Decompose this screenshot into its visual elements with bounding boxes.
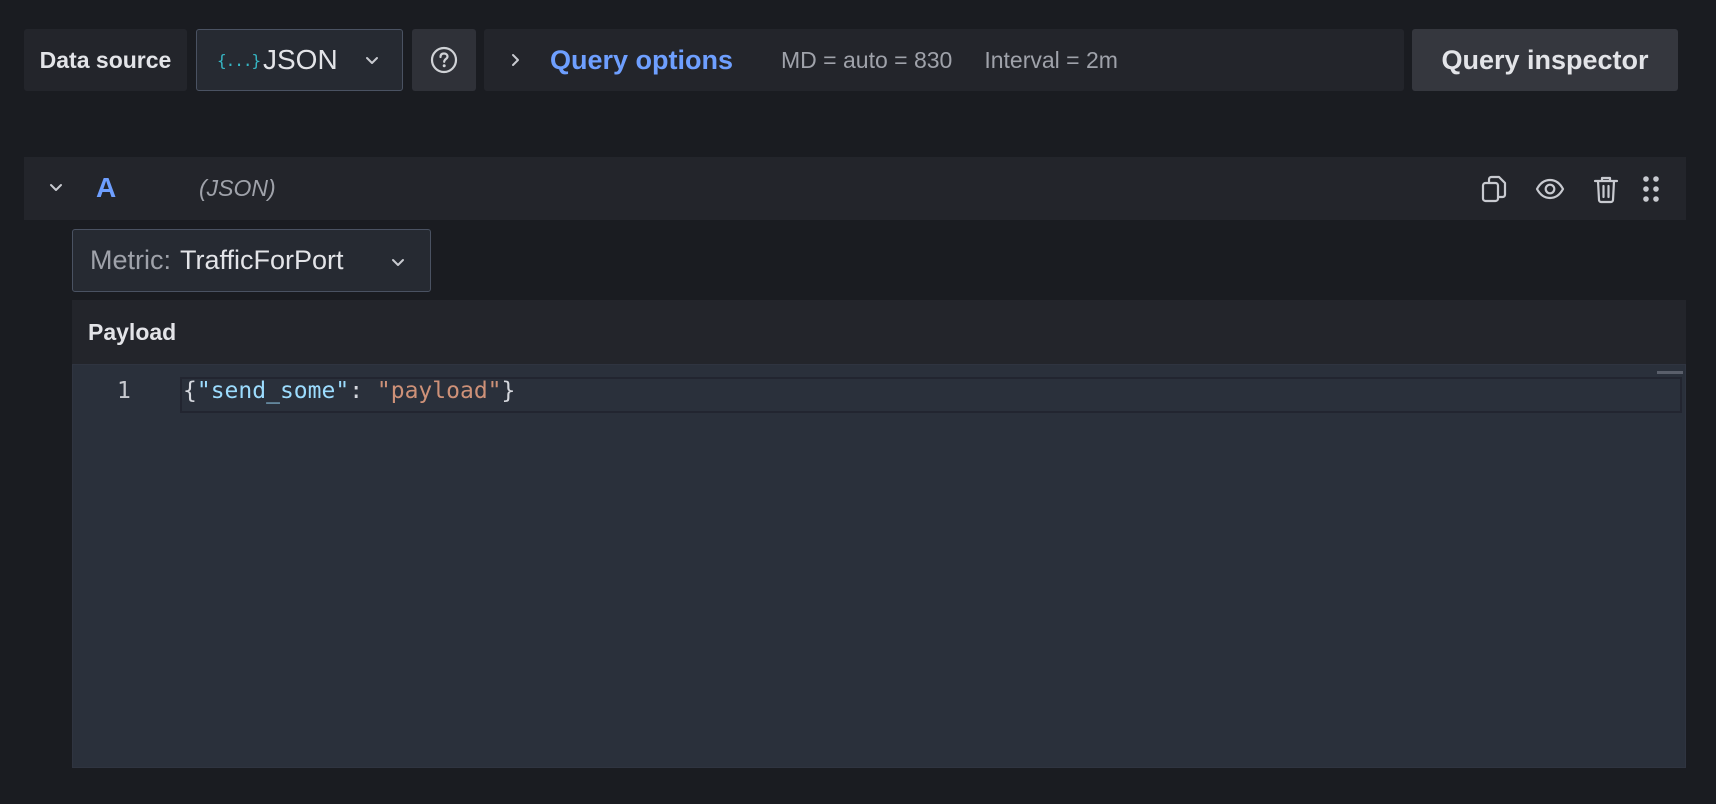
json-close-brace: }: [501, 378, 516, 404]
max-data-points-info: MD = auto = 830: [781, 46, 953, 73]
data-source-help-button[interactable]: [412, 29, 476, 91]
data-source-name: JSON: [263, 44, 338, 75]
question-circle-icon: [430, 46, 458, 74]
editor-overview-ruler: [1657, 371, 1683, 374]
query-row-actions: [1466, 172, 1668, 206]
metric-select[interactable]: Metric: TrafficForPort: [72, 229, 431, 292]
query-inspector-button[interactable]: Query inspector: [1412, 29, 1678, 91]
query-row-header: A (JSON): [24, 157, 1686, 220]
data-source-label: Data source: [24, 29, 187, 91]
query-datasource-name: (JSON): [199, 175, 276, 201]
payload-title: Payload: [72, 300, 1686, 364]
interval-info: Interval = 2m: [984, 46, 1118, 73]
data-source-picker[interactable]: {...} JSON: [196, 29, 403, 91]
remove-query-button[interactable]: [1578, 172, 1634, 206]
code-line[interactable]: {"send_some": "payload"}: [183, 378, 515, 404]
query-ref-id[interactable]: A: [96, 172, 116, 204]
payload-code-editor[interactable]: 1 {"send_some": "payload"}: [72, 364, 1686, 768]
duplicate-icon: [1481, 175, 1507, 203]
chevron-down-icon: [392, 259, 404, 266]
chevron-down-icon: [366, 57, 378, 64]
json-colon: :: [349, 378, 377, 404]
metric-value: TrafficForPort: [180, 245, 344, 275]
query-options-title[interactable]: Query options: [550, 45, 733, 76]
json-open-brace: {: [183, 378, 197, 404]
chevron-right-icon: [512, 54, 519, 66]
json-string-value: "payload": [376, 378, 502, 404]
eye-icon: [1535, 178, 1565, 200]
drag-handle-icon: [1643, 176, 1659, 202]
trash-icon: [1593, 176, 1619, 204]
line-number: 1: [117, 378, 131, 404]
chevron-down-icon[interactable]: [46, 177, 66, 197]
json-datasource-icon: {...}: [217, 50, 261, 70]
duplicate-query-button[interactable]: [1466, 172, 1522, 206]
metric-label: Metric:: [90, 245, 171, 275]
toggle-query-visibility-button[interactable]: [1522, 172, 1578, 206]
json-key: "send_some": [196, 378, 350, 404]
drag-query-handle[interactable]: [1634, 172, 1668, 206]
query-options-bar[interactable]: Query options MD = auto = 830 Interval =…: [484, 29, 1404, 91]
